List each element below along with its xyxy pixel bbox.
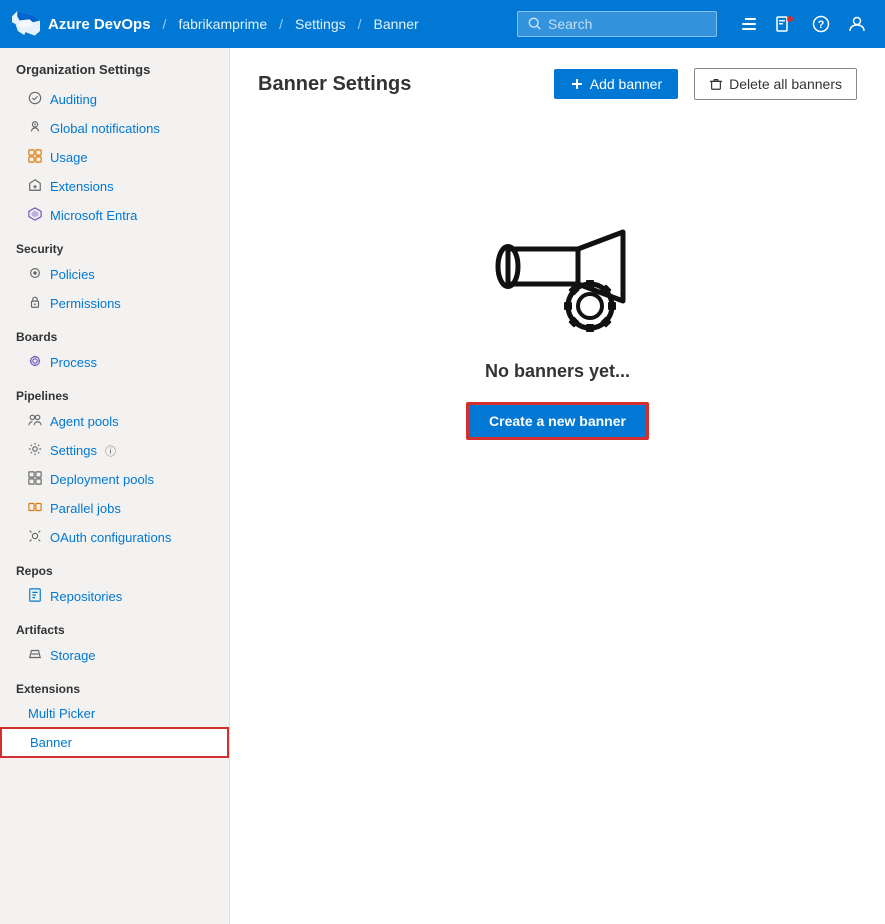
page-title: Banner Settings [258,73,538,96]
extensions-icon [28,178,42,195]
sidebar-item-repositories-label: Repositories [50,589,122,604]
sidebar-item-policies[interactable]: Policies [0,260,229,289]
trash-icon [709,77,723,91]
list-icon[interactable] [733,8,765,40]
breadcrumb-sep-3: / [358,16,362,32]
sidebar-item-repositories[interactable]: Repositories [0,582,229,611]
breadcrumb-sep-2: / [279,16,283,32]
empty-state-icon [478,204,638,337]
brand-name: Azure DevOps [48,16,151,33]
sidebar-title: Organization Settings [0,48,229,85]
nav-icons: ? [733,8,873,40]
search-input[interactable] [548,16,698,32]
sidebar-item-permissions-label: Permissions [50,296,121,311]
pipeline-settings-icon [28,442,42,459]
microsoft-entra-icon [28,207,42,224]
policies-icon [28,266,42,283]
breadcrumb-sep-1: / [163,16,167,32]
sidebar-item-deployment-pools[interactable]: Deployment pools [0,465,229,494]
delete-banners-label: Delete all banners [729,76,842,92]
search-box[interactable] [517,11,717,37]
breadcrumb-banner: Banner [374,16,419,32]
sidebar-item-extensions-label: Extensions [50,179,114,194]
content-header: Banner Settings Add banner Delete all ba… [258,68,857,100]
sidebar-item-usage-label: Usage [50,150,88,165]
sidebar-item-deployment-pools-label: Deployment pools [50,472,154,487]
sidebar-item-global-notifications[interactable]: Global notifications [0,114,229,143]
sidebar-item-multi-picker-label: Multi Picker [28,706,95,721]
add-banner-button[interactable]: Add banner [554,69,678,99]
sidebar-item-storage[interactable]: Storage [0,641,229,670]
sidebar-item-global-notifications-label: Global notifications [50,121,160,136]
sidebar-section-repos: Repos [0,552,229,582]
oauth-icon [28,529,42,546]
repositories-icon [28,588,42,605]
badge-icon[interactable] [769,8,801,40]
sidebar-section-pipelines: Pipelines [0,377,229,407]
plus-icon [570,77,584,91]
empty-state-message: No banners yet... [485,361,630,382]
sidebar-item-agent-pools-label: Agent pools [50,414,119,429]
sidebar: Organization Settings Auditing Global no… [0,48,230,924]
breadcrumb-org[interactable]: fabrikamprime [178,16,267,32]
deployment-pools-icon [28,471,42,488]
create-banner-label: Create a new banner [489,413,626,429]
sidebar-section-boards: Boards [0,318,229,348]
sidebar-item-pipeline-settings[interactable]: Settings ⓘ [0,436,229,465]
create-new-banner-button[interactable]: Create a new banner [466,402,649,440]
content-area: Banner Settings Add banner Delete all ba… [230,48,885,924]
storage-icon [28,647,42,664]
sidebar-item-oauth[interactable]: OAuth configurations [0,523,229,552]
sidebar-item-banner[interactable]: Banner [0,727,229,758]
auditing-icon [28,91,42,108]
sidebar-item-agent-pools[interactable]: Agent pools [0,407,229,436]
sidebar-section-security: Security [0,230,229,260]
usage-icon [28,149,42,166]
main-area: Organization Settings Auditing Global no… [0,48,885,924]
sidebar-item-extensions[interactable]: Extensions [0,172,229,201]
sidebar-item-auditing-label: Auditing [50,92,97,107]
permissions-icon [28,295,42,312]
sidebar-item-process[interactable]: Process [0,348,229,377]
sidebar-item-banner-label: Banner [30,735,72,750]
agent-pools-icon [28,413,42,430]
help-icon[interactable]: ? [805,8,837,40]
sidebar-item-microsoft-entra-label: Microsoft Entra [50,208,137,223]
sidebar-item-process-label: Process [50,355,97,370]
sidebar-section-artifacts: Artifacts [0,611,229,641]
sidebar-item-storage-label: Storage [50,648,96,663]
search-icon [528,17,542,31]
sidebar-section-extensions-2: Extensions [0,670,229,700]
sidebar-item-microsoft-entra[interactable]: Microsoft Entra [0,201,229,230]
sidebar-item-usage[interactable]: Usage [0,143,229,172]
add-banner-label: Add banner [590,76,662,92]
breadcrumb-settings[interactable]: Settings [295,16,346,32]
user-icon[interactable] [841,8,873,40]
sidebar-item-auditing[interactable]: Auditing [0,85,229,114]
azure-devops-logo[interactable] [12,10,40,38]
settings-badge-icon: ⓘ [105,443,116,459]
process-icon [28,354,42,371]
parallel-jobs-icon [28,500,42,517]
sidebar-item-parallel-jobs-label: Parallel jobs [50,501,121,516]
delete-all-banners-button[interactable]: Delete all banners [694,68,857,100]
sidebar-item-pipeline-settings-label: Settings [50,443,97,458]
empty-state: No banners yet... Create a new banner [258,124,857,480]
sidebar-item-policies-label: Policies [50,267,95,282]
svg-text:?: ? [818,19,825,31]
sidebar-item-parallel-jobs[interactable]: Parallel jobs [0,494,229,523]
global-notifications-icon [28,120,42,137]
sidebar-item-permissions[interactable]: Permissions [0,289,229,318]
sidebar-item-multi-picker[interactable]: Multi Picker [0,700,229,727]
sidebar-item-oauth-label: OAuth configurations [50,530,171,545]
top-navigation: Azure DevOps / fabrikamprime / Settings … [0,0,885,48]
